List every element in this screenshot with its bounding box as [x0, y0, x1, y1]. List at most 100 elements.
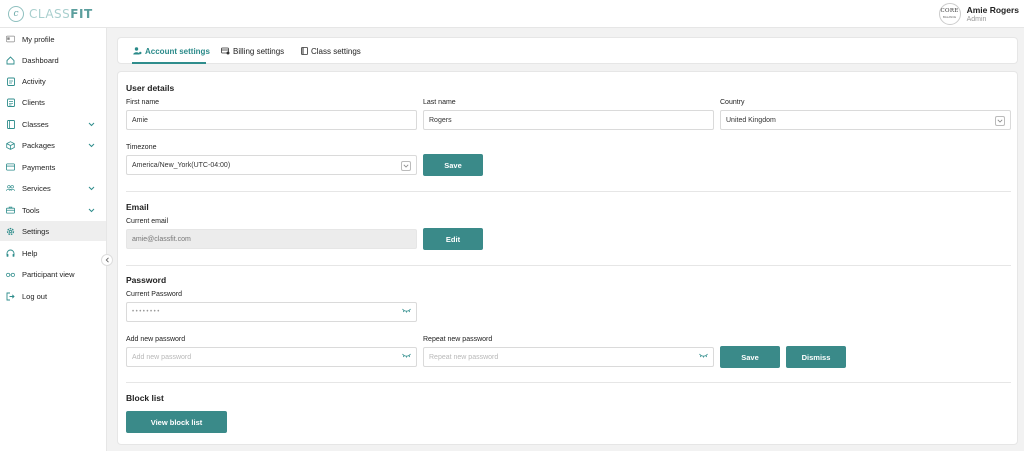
sidebar-item-label: Tools	[22, 205, 40, 215]
tab-billing-settings[interactable]: Billing settings	[221, 38, 284, 64]
new-password-field[interactable]: Add new password	[126, 347, 417, 367]
chevron-down-icon[interactable]	[88, 141, 95, 150]
chevron-left-icon	[105, 257, 109, 263]
current-email-value: amie@classfit.com	[132, 235, 191, 243]
sidebar-item-activity[interactable]: Activity	[0, 71, 106, 91]
chevron-down-icon[interactable]	[88, 206, 95, 215]
sidebar-item-services[interactable]: Services	[0, 178, 106, 198]
logo-text-light: CLASS	[29, 7, 71, 21]
sidebar-item-payments[interactable]: Payments	[0, 157, 106, 177]
sidebar-item-label: Help	[22, 248, 38, 258]
tab-class-settings[interactable]: Class settings	[301, 38, 361, 64]
repeat-password-field[interactable]: Repeat new password	[423, 347, 714, 367]
tab-label: Billing settings	[233, 46, 285, 56]
clipboard-icon	[6, 77, 15, 86]
sidebar-collapse-button[interactable]	[101, 254, 113, 266]
chevron-down-icon[interactable]	[401, 161, 411, 171]
sidebar-item-label: Payments	[22, 162, 56, 172]
last-name-value: Rogers	[429, 116, 452, 124]
new-password-label: Add new password	[126, 336, 186, 343]
sidebar-item-my-profile[interactable]: My profile	[0, 29, 106, 49]
save-password-button[interactable]: Save	[720, 346, 780, 368]
timezone-value: America/New_York(UTC-04:00)	[132, 161, 231, 169]
last-name-field[interactable]: Rogers	[423, 110, 714, 130]
top-bar: c CLASSFIT CORE BALANCE Amie Rogers Admi…	[0, 0, 1024, 28]
profile-card-icon	[6, 35, 15, 44]
first-name-label: First name	[126, 99, 160, 106]
tab-label: Account settings	[145, 46, 210, 56]
package-icon	[6, 140, 15, 150]
password-title: Password	[126, 275, 167, 285]
classfit-logo[interactable]: c CLASSFIT	[8, 6, 93, 22]
current-email-field: amie@classfit.com	[126, 229, 417, 249]
sidebar-item-settings[interactable]: Settings	[0, 221, 106, 241]
active-tab-indicator	[132, 62, 206, 64]
timezone-select[interactable]: America/New_York(UTC-04:00)	[126, 155, 417, 175]
sidebar-item-help[interactable]: Help	[0, 243, 106, 263]
sidebar-item-label: Packages	[22, 140, 55, 150]
sidebar-item-label: Activity	[22, 76, 46, 86]
settings-tabs: Account settings Billing settings Class …	[117, 37, 1018, 64]
logo-text: CLASSFIT	[29, 7, 93, 21]
current-password-label: Current Password	[126, 291, 183, 298]
people-icon	[6, 184, 15, 193]
last-name-label: Last name	[423, 99, 456, 106]
card-icon	[6, 163, 15, 172]
gear-icon	[6, 227, 15, 236]
avatar-line-2: BALANCE	[943, 14, 957, 19]
clipboard-list-icon	[6, 98, 15, 107]
new-password-placeholder: Add new password	[132, 353, 192, 361]
chevron-down-icon[interactable]	[995, 116, 1005, 126]
sidebar-item-clients[interactable]: Clients	[0, 92, 106, 112]
user-role: Admin	[966, 16, 987, 23]
view-block-list-button[interactable]: View block list	[126, 411, 227, 433]
sidebar-item-label: Clients	[22, 97, 45, 107]
glasses-icon	[6, 270, 15, 279]
sidebar-item-dashboard[interactable]: Dashboard	[0, 50, 106, 70]
eye-closed-icon[interactable]	[699, 353, 708, 358]
sidebar-item-classes[interactable]: Classes	[0, 114, 106, 134]
current-password-mask: ••••••••	[132, 309, 161, 315]
sidebar-item-label: Log out	[22, 291, 48, 301]
eye-closed-icon[interactable]	[402, 308, 411, 313]
logout-icon	[6, 292, 15, 301]
sidebar-item-label: Participant view	[22, 269, 75, 279]
book-icon	[301, 47, 308, 55]
user-details-title: User details	[126, 83, 175, 93]
sidebar-item-participant-view[interactable]: Participant view	[0, 264, 106, 284]
country-label: Country	[720, 99, 745, 106]
country-value: United Kingdom	[726, 116, 776, 124]
headset-icon	[6, 249, 15, 258]
current-email-label: Current email	[126, 218, 169, 225]
divider	[126, 382, 1011, 383]
home-icon	[6, 55, 15, 65]
first-name-value: Amie	[132, 116, 148, 124]
edit-email-button[interactable]: Edit	[423, 228, 483, 250]
sidebar-item-label: Services	[22, 183, 51, 193]
country-select[interactable]: United Kingdom	[720, 110, 1011, 130]
eye-closed-icon[interactable]	[402, 353, 411, 358]
chevron-down-icon[interactable]	[88, 120, 95, 129]
user-menu[interactable]: CORE BALANCE Amie Rogers Admin	[938, 3, 1019, 25]
sidebar-item-tools[interactable]: Tools	[0, 200, 106, 220]
first-name-field[interactable]: Amie	[126, 110, 417, 130]
dismiss-password-button[interactable]: Dismiss	[786, 346, 846, 368]
chevron-down-icon[interactable]	[88, 184, 95, 193]
account-settings-panel: User details First name Amie Last name R…	[117, 71, 1018, 445]
sidebar-item-packages[interactable]: Packages	[0, 135, 106, 155]
tab-label: Class settings	[311, 46, 361, 56]
block-list-title: Block list	[126, 393, 164, 403]
sidebar-item-label: Dashboard	[22, 55, 59, 65]
sidebar: My profile Dashboard Activity Clients Cl…	[0, 28, 107, 451]
sidebar-item-label: Settings	[22, 226, 50, 236]
divider	[126, 265, 1011, 266]
logo-mark-icon: c	[8, 6, 24, 22]
tab-account-settings[interactable]: Account settings	[133, 38, 210, 64]
save-user-details-button[interactable]: Save	[423, 154, 483, 176]
repeat-password-placeholder: Repeat new password	[429, 353, 499, 361]
sidebar-item-log-out[interactable]: Log out	[0, 286, 106, 306]
current-password-field[interactable]: ••••••••	[126, 302, 417, 322]
repeat-password-label: Repeat new password	[423, 336, 493, 343]
avatar[interactable]: CORE BALANCE	[938, 3, 961, 25]
user-gear-icon	[133, 47, 142, 55]
